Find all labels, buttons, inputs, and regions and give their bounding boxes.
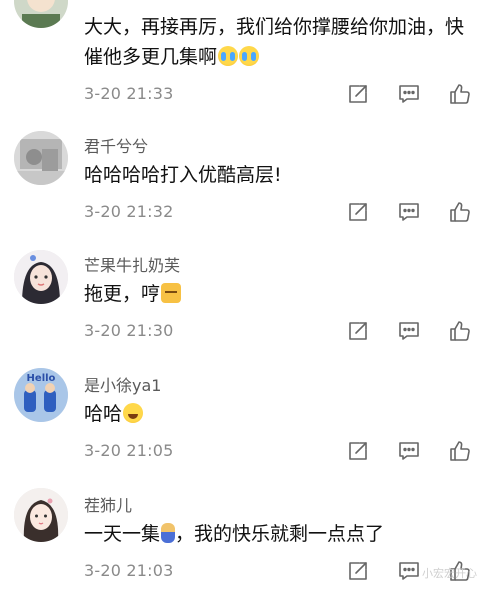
comment-item: 君千兮兮 哈哈哈哈打入优酷高层! 3-20 21:32: [0, 127, 485, 246]
comment-item: Hello 是小徐ya1 哈哈 3-20 21:05: [0, 366, 485, 485]
avatar[interactable]: [14, 488, 68, 542]
thumbs-up-icon[interactable]: [448, 319, 472, 343]
comment-time: 3-20 21:03: [84, 561, 174, 580]
comment-icon[interactable]: [397, 200, 421, 224]
cat-face-emoji: [161, 283, 182, 303]
thumbs-up-icon[interactable]: [448, 200, 472, 224]
comment-icon[interactable]: [397, 319, 421, 343]
avatar[interactable]: [14, 0, 68, 28]
share-icon[interactable]: [346, 439, 370, 463]
crying-face-emoji: [218, 46, 239, 66]
share-icon[interactable]: [346, 319, 370, 343]
thumbs-up-icon[interactable]: [448, 439, 472, 463]
comment-meta: 3-20 21:30: [84, 319, 485, 343]
avatar[interactable]: [14, 131, 68, 185]
username[interactable]: 茬犻儿: [84, 492, 132, 516]
username[interactable]: 是小徐ya1: [84, 372, 161, 396]
watermark: 小宏宏开心: [422, 567, 477, 580]
crying-face-emoji: [239, 46, 260, 66]
avatar-text: Hello: [27, 373, 56, 384]
comment-item: 茬犻儿 一天一集 ，我的快乐就剩一点点了 3-20 21:03: [0, 486, 485, 593]
comment-text: 哈哈哈哈打入优酷高层!: [84, 164, 282, 186]
comment-text: 一天一集 ，我的快乐就剩一点点了: [84, 523, 385, 545]
comment-list: 大大，再接再厉，我们给你撑腰给你加油，快催他多更几集啊 3-20 21:33 君…: [0, 0, 485, 593]
avatar[interactable]: Hello: [14, 368, 68, 422]
comment-time: 3-20 21:33: [84, 84, 174, 103]
comment-meta: 3-20 21:05: [84, 439, 485, 463]
thumbs-up-icon[interactable]: [448, 82, 472, 106]
comment-icon[interactable]: [397, 82, 421, 106]
share-icon[interactable]: [346, 559, 370, 583]
laughing-face-emoji: [123, 403, 144, 423]
comment-time: 3-20 21:05: [84, 441, 174, 460]
comment-text: 拖更，哼: [84, 279, 469, 309]
comment-icon[interactable]: [397, 439, 421, 463]
comment-text: 大大，再接再厉，我们给你撑腰给你加油，快催他多更几集啊: [84, 16, 465, 68]
comment-meta: 3-20 21:33: [84, 82, 485, 106]
comment-icon[interactable]: [397, 559, 421, 583]
username[interactable]: 芒果牛扎奶芙: [84, 252, 180, 276]
comment-text: 哈哈: [84, 399, 469, 429]
comment-meta: 3-20 21:32: [84, 200, 485, 224]
username[interactable]: 君千兮兮: [84, 133, 148, 157]
comment-item: 芒果牛扎奶芙 拖更，哼 3-20 21:30: [0, 246, 485, 365]
share-icon[interactable]: [346, 200, 370, 224]
figure-emoji: [161, 523, 176, 543]
comment-time: 3-20 21:32: [84, 202, 174, 221]
comment-time: 3-20 21:30: [84, 321, 174, 340]
comment-item: 大大，再接再厉，我们给你撑腰给你加油，快催他多更几集啊 3-20 21:33: [0, 0, 485, 104]
avatar[interactable]: [14, 250, 68, 304]
share-icon[interactable]: [346, 82, 370, 106]
